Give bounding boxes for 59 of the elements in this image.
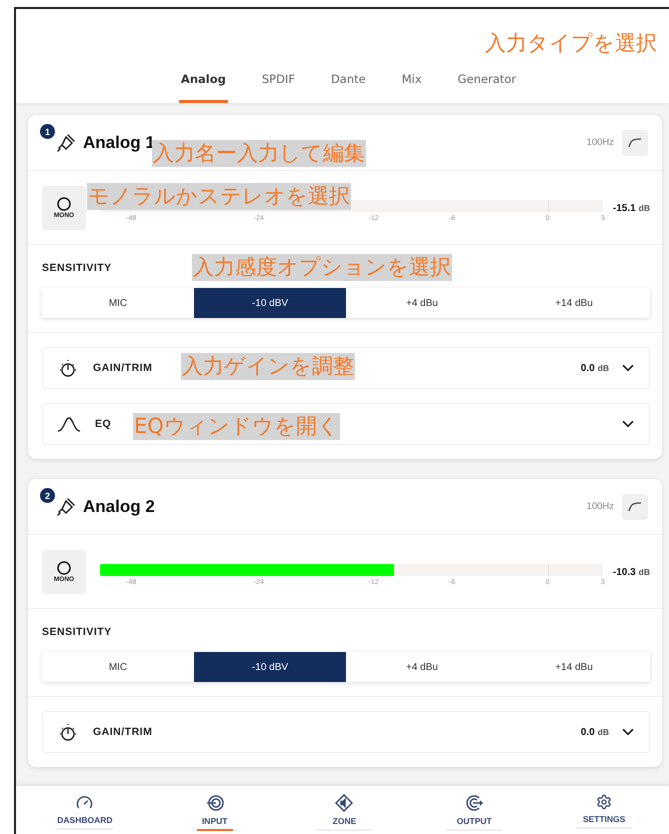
gain-value: 0.0 dB xyxy=(580,726,609,738)
gain-trim-row[interactable]: GAIN/TRIM 0.0 dB xyxy=(42,711,650,753)
bell-curve-icon xyxy=(57,416,81,432)
sensitivity-label: SENSITIVITY xyxy=(42,262,112,274)
sensitivity-option[interactable]: +14 dBu xyxy=(498,652,650,682)
sensitivity-option[interactable]: -10 dBV xyxy=(194,288,346,318)
input-icon xyxy=(206,794,224,812)
knob-icon xyxy=(57,721,79,743)
plug-icon xyxy=(55,132,77,154)
channel-name[interactable]: Analog 2 xyxy=(83,496,155,516)
sensitivity-option[interactable]: MIC xyxy=(42,288,194,318)
nav-label: DASHBOARD xyxy=(56,815,113,830)
nav-label: INPUT xyxy=(196,816,233,831)
plug-icon xyxy=(55,496,77,518)
high-pass-filter-icon xyxy=(628,138,642,148)
nav-item[interactable]: ZONE xyxy=(299,786,390,834)
filter-frequency: 100Hz xyxy=(586,137,614,148)
output-icon xyxy=(465,794,484,812)
annotation-label: EQウィンドウを開く xyxy=(133,413,340,440)
nav-item[interactable]: SETTINGS xyxy=(559,786,650,834)
nav-item[interactable]: OUTPUT xyxy=(429,786,520,834)
high-pass-filter-icon xyxy=(628,502,642,512)
level-reading: -15.1 dB xyxy=(612,202,650,214)
filter-frequency: 100Hz xyxy=(586,501,614,512)
knob-icon xyxy=(57,357,79,379)
nav-item[interactable]: DASHBOARD xyxy=(40,786,130,834)
annotation-label: 入力名ー入力して編集 xyxy=(152,140,366,167)
annotation-label: 入力タイプを選択 xyxy=(484,30,658,57)
nav-label: ZONE xyxy=(316,816,372,831)
circle-icon xyxy=(57,561,71,575)
nav-label: OUTPUT xyxy=(446,816,502,831)
level-reading: -10.3 dB xyxy=(612,566,650,578)
dashboard-gauge-icon xyxy=(76,794,94,811)
input-type-tab[interactable]: SPDIF xyxy=(260,72,297,103)
row-label: GAIN/TRIM xyxy=(93,362,152,374)
input-type-tab[interactable]: Generator xyxy=(456,72,518,103)
channel-number-badge: 1 xyxy=(40,124,55,139)
speaker-diamond-icon xyxy=(335,794,354,812)
sensitivity-option[interactable]: -10 dBV xyxy=(194,652,346,682)
nav-label: SETTINGS xyxy=(576,814,632,829)
input-type-tab[interactable]: Dante xyxy=(328,72,368,103)
row-label: GAIN/TRIM xyxy=(93,726,152,738)
row-label: EQ xyxy=(95,418,112,430)
circle-icon xyxy=(57,197,71,211)
filter-button[interactable] xyxy=(622,130,648,156)
sensitivity-label: SENSITIVITY xyxy=(42,626,112,638)
sensitivity-option[interactable]: MIC xyxy=(42,652,194,682)
sensitivity-option[interactable]: +14 dBu xyxy=(498,288,650,318)
channel-number-badge: 2 xyxy=(40,488,55,503)
annotation-label: 入力ゲインを調整 xyxy=(181,353,355,380)
sensitivity-option[interactable]: +4 dBu xyxy=(346,288,498,318)
gain-value: 0.0 dB xyxy=(580,362,609,374)
annotation-label: モノラルかステレオを選択 xyxy=(87,183,351,210)
sensitivity-option[interactable]: +4 dBu xyxy=(346,652,498,682)
filter-button[interactable] xyxy=(622,494,648,520)
settings-icon xyxy=(596,794,612,810)
input-type-tab[interactable]: Mix xyxy=(400,72,424,103)
nav-item[interactable]: INPUT xyxy=(170,786,260,834)
annotation-label: 入力感度オプションを選択 xyxy=(192,254,452,281)
